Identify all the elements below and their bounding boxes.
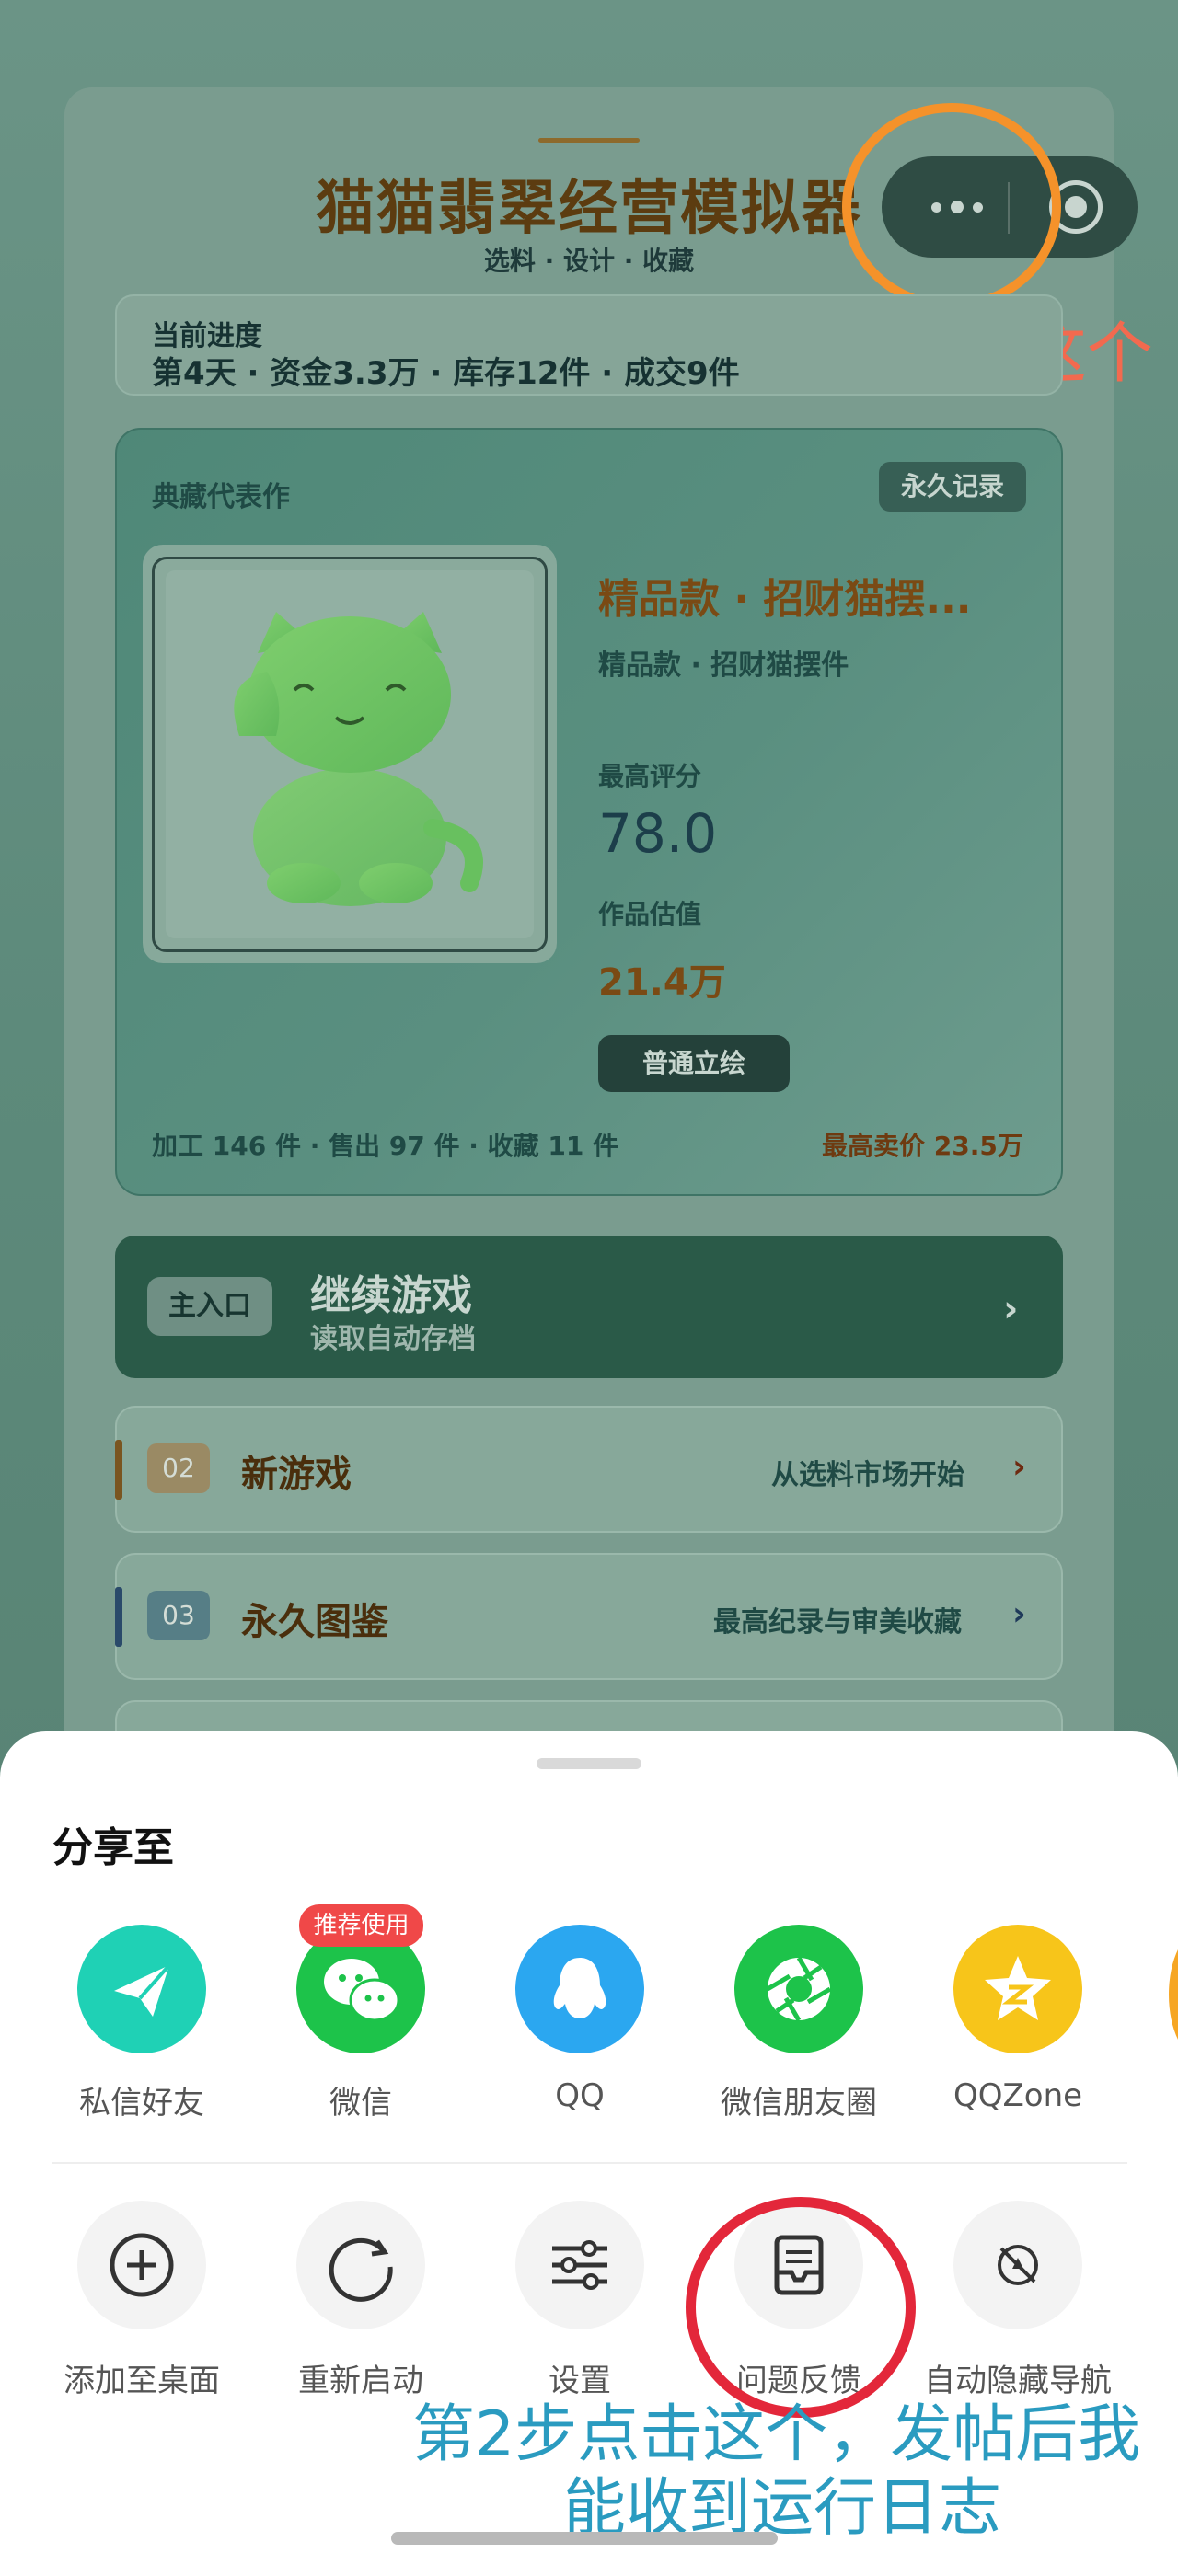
score-label: 最高评分 xyxy=(598,761,702,791)
row-description: 从选料市场开始 xyxy=(771,1459,964,1491)
chevron-right-icon: › xyxy=(1003,1288,1019,1330)
share-label: 微信朋友圈 xyxy=(721,2085,877,2122)
collection-stats: 加工 146 件 · 售出 97 件 · 收藏 11 件 xyxy=(152,1131,619,1161)
sheet-divider xyxy=(52,2162,1127,2164)
share-title: 分享至 xyxy=(52,1824,174,1871)
action-label: 添加至桌面 xyxy=(64,2363,220,2399)
row-number: 03 xyxy=(147,1591,210,1640)
sheet-grabber[interactable] xyxy=(537,1758,641,1769)
row-title: 新游戏 xyxy=(241,1454,352,1496)
game-subtitle: 选料 · 设计 · 收藏 xyxy=(483,246,695,276)
continue-title: 继续游戏 xyxy=(310,1272,472,1319)
work-title: 精品款 · 招财猫摆... xyxy=(598,576,972,623)
paper-plane-icon[interactable] xyxy=(77,1925,206,2053)
row-accent xyxy=(115,1587,122,1647)
title-decoration xyxy=(538,138,640,143)
estimate-label: 作品估值 xyxy=(598,899,702,929)
progress-text: 第4天 · 资金3.3万 · 库存12件 · 成交9件 xyxy=(152,355,740,392)
collection-label: 典藏代表作 xyxy=(152,481,290,513)
work-subtitle: 精品款 · 招财猫摆件 xyxy=(598,650,849,682)
qq-penguin-icon[interactable] xyxy=(515,1925,644,2053)
estimate-value: 21.4万 xyxy=(598,961,726,1004)
main-entry-badge: 主入口 xyxy=(147,1277,272,1336)
step1-highlight-circle xyxy=(842,103,1061,310)
share-label: 微信 xyxy=(329,2085,392,2122)
row-number: 02 xyxy=(147,1443,210,1493)
recommend-badge: 推荐使用 xyxy=(299,1904,423,1947)
moments-aperture-icon[interactable] xyxy=(734,1925,863,2053)
add-circle-icon[interactable] xyxy=(77,2201,206,2329)
row-description: 最高纪录与审美收藏 xyxy=(713,1606,962,1639)
chevron-right-icon: › xyxy=(1012,1448,1026,1486)
continue-subtitle: 读取自动存档 xyxy=(310,1323,476,1355)
qzone-star-icon[interactable] xyxy=(953,1925,1082,2053)
score-value: 78.0 xyxy=(598,802,718,865)
jade-lucky-cat-image xyxy=(234,612,483,906)
highest-price: 最高卖价 23.5万 xyxy=(822,1131,1023,1161)
row-accent xyxy=(115,1440,122,1500)
hide-nav-icon[interactable] xyxy=(953,2201,1082,2329)
permanent-record-badge: 永久记录 xyxy=(879,462,1026,512)
share-label: QQ xyxy=(555,2077,605,2114)
share-label: QQZone xyxy=(953,2077,1083,2114)
sliders-icon[interactable] xyxy=(515,2201,644,2329)
portrait-button[interactable]: 普通立绘 xyxy=(598,1035,790,1092)
share-label: 私信好友 xyxy=(79,2085,204,2122)
game-title: 猫猫翡翠经营模拟器 xyxy=(316,175,862,243)
chevron-right-icon: › xyxy=(1012,1595,1026,1633)
home-indicator[interactable] xyxy=(391,2532,778,2545)
row-title: 永久图鉴 xyxy=(241,1601,388,1643)
restart-icon[interactable] xyxy=(296,2201,425,2329)
